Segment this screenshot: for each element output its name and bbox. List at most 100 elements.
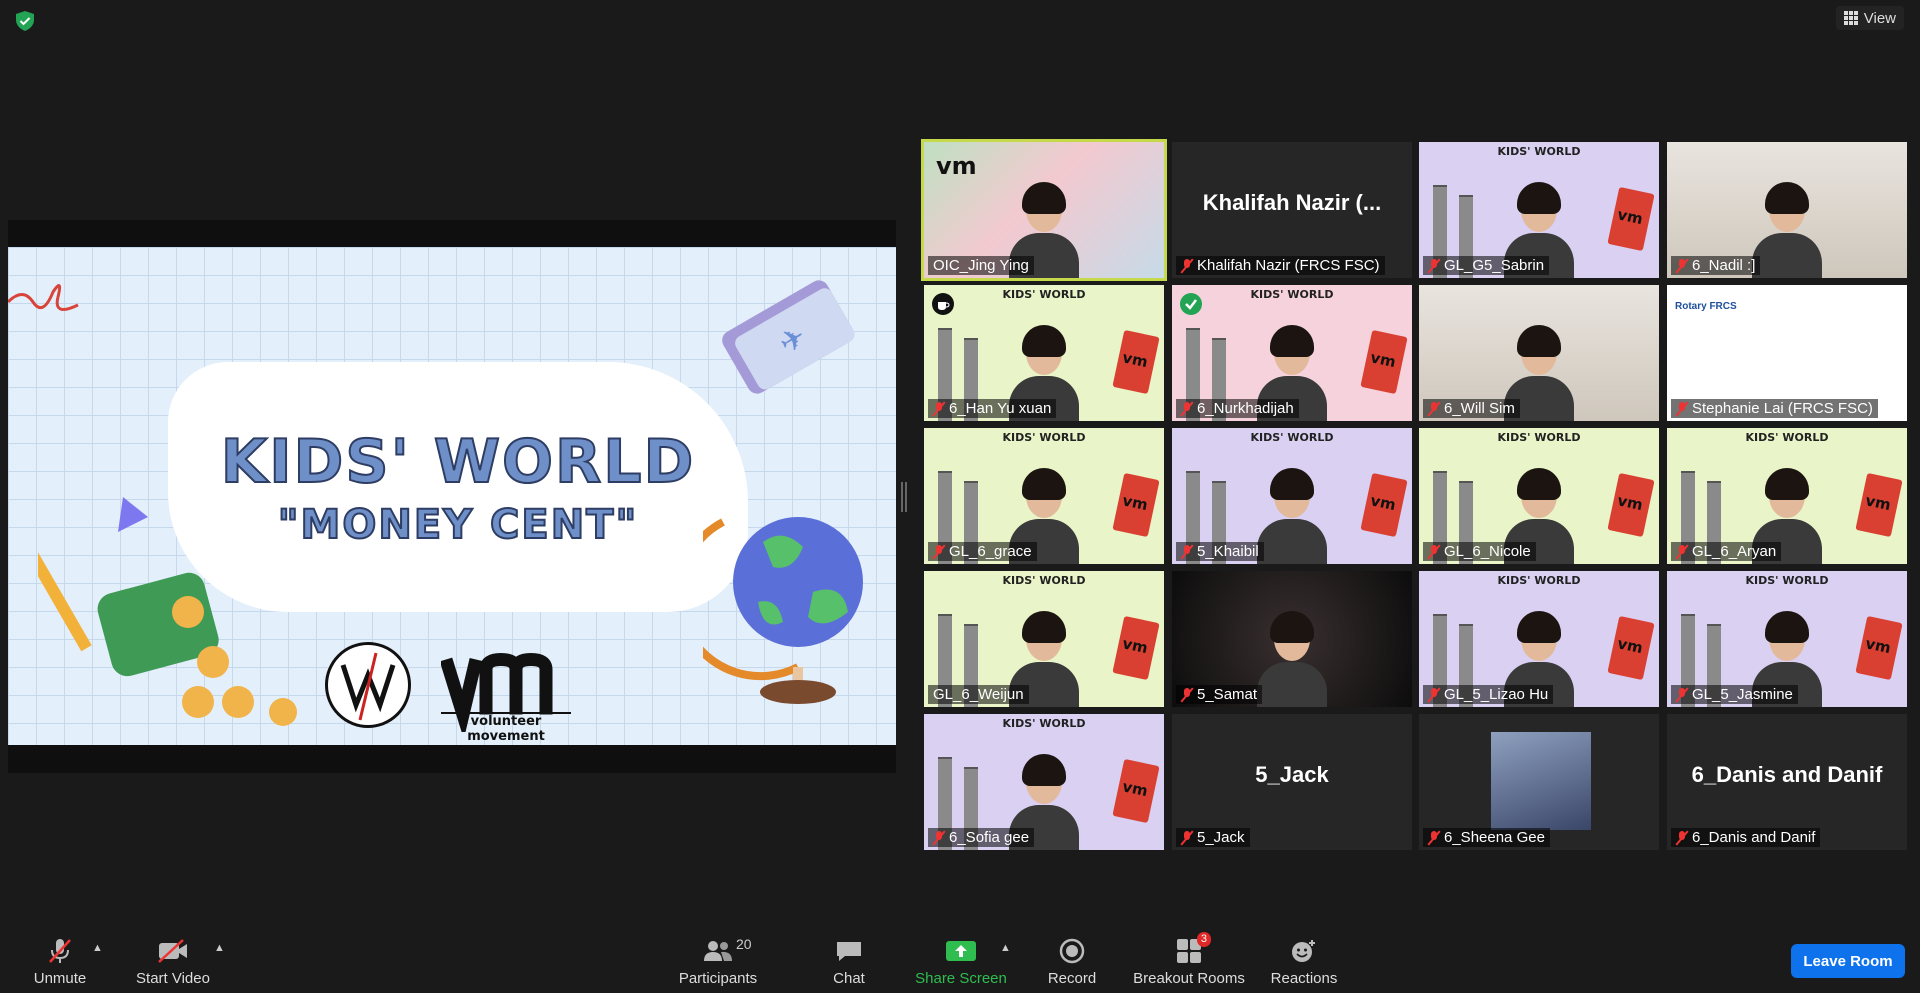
participant-name: GL_5_Lizao Hu xyxy=(1444,686,1549,703)
participant-tile[interactable]: KIDS' WORLD GL_G5_Sabrin xyxy=(1419,142,1659,278)
mic-muted-icon xyxy=(1676,687,1688,702)
kids-world-banner: KIDS' WORLD xyxy=(1497,431,1581,444)
share-options-caret[interactable]: ▲ xyxy=(1000,942,1011,954)
participant-name: GL_5_Jasmine xyxy=(1692,686,1793,703)
chat-button[interactable]: Chat xyxy=(789,936,909,987)
participant-tile[interactable]: KIDS' WORLD GL_5_Lizao Hu xyxy=(1419,571,1659,707)
mic-muted-icon xyxy=(1181,258,1193,273)
vm-book-decoration xyxy=(1112,472,1160,538)
participant-tile[interactable]: vm OIC_Jing Ying xyxy=(921,139,1167,281)
participant-name: Khalifah Nazir (FRCS FSC) xyxy=(1197,257,1380,274)
participant-count: 20 xyxy=(736,936,752,952)
record-icon xyxy=(1056,936,1088,966)
view-button[interactable]: View xyxy=(1835,6,1904,30)
avatar xyxy=(1491,732,1591,830)
participant-name-label: GL_5_Jasmine xyxy=(1671,685,1798,704)
start-video-label: Start Video xyxy=(136,970,210,987)
vm-book-decoration xyxy=(1607,472,1655,538)
participant-name: GL_6_Nicole xyxy=(1444,543,1531,560)
mic-muted-icon xyxy=(1181,830,1193,845)
participant-tile[interactable]: KIDS' WORLD 6_Nurkhadijah xyxy=(1172,285,1412,421)
participant-tile[interactable]: KIDS' WORLD 6_Han Yu xuan xyxy=(924,285,1164,421)
participant-name-label: GL_6_Aryan xyxy=(1671,542,1782,561)
participant-name-label: Khalifah Nazir (FRCS FSC) xyxy=(1176,256,1385,275)
participant-tile[interactable]: 6_Sheena Gee xyxy=(1419,714,1659,850)
participant-tile[interactable]: 5_Samat xyxy=(1172,571,1412,707)
participant-name-label: GL_6_grace xyxy=(928,542,1037,561)
participant-video xyxy=(1752,178,1822,278)
check-icon xyxy=(1180,293,1202,315)
participant-name-label: 6_Sofia gee xyxy=(928,828,1035,847)
participant-name-label: OIC_Jing Ying xyxy=(928,256,1034,275)
kids-world-banner: KIDS' WORLD xyxy=(1497,145,1581,158)
presentation-slide: KIDS' WORLD "MONEY CENT" ✈ volunteer mov… xyxy=(8,247,896,745)
view-label: View xyxy=(1863,9,1896,27)
mic-muted-icon xyxy=(1181,401,1193,416)
reactions-label: Reactions xyxy=(1270,970,1338,987)
mic-muted-icon xyxy=(1676,401,1688,416)
mic-muted-icon xyxy=(1676,544,1688,559)
mic-muted-icon xyxy=(1428,401,1440,416)
shield-check-icon[interactable] xyxy=(14,10,36,32)
rotary-logo: Rotary FRCS xyxy=(1675,301,1737,312)
participant-name: 6_Danis and Danif xyxy=(1692,829,1816,846)
audio-options-caret[interactable]: ▲ xyxy=(92,942,103,954)
participant-tile[interactable]: 5_Jack 5_Jack xyxy=(1172,714,1412,850)
participant-tile[interactable]: KIDS' WORLD GL_5_Jasmine xyxy=(1667,571,1907,707)
coffee-icon xyxy=(932,293,954,315)
participant-name: Stephanie Lai (FRCS FSC) xyxy=(1692,400,1873,417)
vm-tagline: volunteer movement xyxy=(441,712,571,744)
participants-button[interactable]: 20 Participants xyxy=(658,936,778,987)
participant-tile[interactable]: KIDS' WORLD 5_Khaibil xyxy=(1172,428,1412,564)
vm-book-decoration xyxy=(1112,329,1160,395)
participant-display-name: 6_Danis and Danif xyxy=(1691,762,1883,787)
unmute-label: Unmute xyxy=(33,970,87,987)
participant-tile[interactable]: KIDS' WORLD 6_Sofia gee xyxy=(924,714,1164,850)
participant-name-label: GL_6_Weijun xyxy=(928,685,1029,704)
participant-name-label: 6_Will Sim xyxy=(1423,399,1520,418)
kids-world-banner: KIDS' WORLD xyxy=(1250,288,1334,301)
welfare-services-club-logo xyxy=(325,642,411,728)
participant-tile[interactable]: 6_Will Sim xyxy=(1419,285,1659,421)
participant-tile[interactable]: Khalifah Nazir (... Khalifah Nazir (FRCS … xyxy=(1172,142,1412,278)
participant-name: GL_6_Weijun xyxy=(933,686,1024,703)
mic-muted-icon xyxy=(44,936,76,966)
shared-screen[interactable]: KIDS' WORLD "MONEY CENT" ✈ volunteer mov… xyxy=(8,220,896,773)
participant-tile[interactable]: KIDS' WORLD GL_6_grace xyxy=(924,428,1164,564)
participant-name: GL_6_Aryan xyxy=(1692,543,1777,560)
participant-name-label: 6_Danis and Danif xyxy=(1671,828,1821,847)
mic-muted-icon xyxy=(1428,830,1440,845)
breakout-rooms-button[interactable]: 3 Breakout Rooms xyxy=(1129,932,1249,987)
kids-world-banner: KIDS' WORLD xyxy=(1002,717,1086,730)
reactions-button[interactable]: Reactions xyxy=(1244,936,1364,987)
kids-world-banner: KIDS' WORLD xyxy=(1250,431,1334,444)
resize-handle[interactable] xyxy=(901,482,907,512)
participant-tile[interactable]: KIDS' WORLD GL_6_Weijun xyxy=(924,571,1164,707)
video-options-caret[interactable]: ▲ xyxy=(214,942,225,954)
participant-name-label: 6_Han Yu xuan xyxy=(928,399,1057,418)
participant-tile[interactable]: 6_Nadil :] xyxy=(1667,142,1907,278)
participant-tile[interactable]: 6_Danis and Danif 6_Danis and Danif xyxy=(1667,714,1907,850)
record-button[interactable]: Record xyxy=(1012,936,1132,987)
participants-icon: 20 xyxy=(702,936,752,966)
participant-name-label: GL_5_Lizao Hu xyxy=(1423,685,1554,704)
leave-room-button[interactable]: Leave Room xyxy=(1791,944,1905,978)
participant-video xyxy=(1257,464,1327,564)
participant-name-label: GL_6_Nicole xyxy=(1423,542,1536,561)
video-gallery: vm OIC_Jing Ying Khalifah Nazir (... Khalif… xyxy=(920,139,1908,850)
kids-world-banner: KIDS' WORLD xyxy=(1002,574,1086,587)
vm-book-decoration xyxy=(1607,615,1655,681)
breakout-rooms-label: Breakout Rooms xyxy=(1133,970,1245,987)
vm-logo: vm xyxy=(936,152,977,180)
participant-tile[interactable]: Rotary FRCS Stephanie Lai (FRCS FSC) xyxy=(1667,285,1907,421)
participant-tile[interactable]: KIDS' WORLD GL_6_Nicole xyxy=(1419,428,1659,564)
breakout-rooms-icon: 3 xyxy=(1173,932,1211,966)
kids-world-banner: KIDS' WORLD xyxy=(1745,574,1829,587)
participant-video xyxy=(1257,607,1327,707)
participant-name-label: 6_Nadil :] xyxy=(1671,256,1761,275)
mic-muted-icon xyxy=(1428,258,1440,273)
chat-label: Chat xyxy=(833,970,865,987)
wallet-coins-icon xyxy=(38,497,297,726)
participant-tile[interactable]: KIDS' WORLD GL_6_Aryan xyxy=(1667,428,1907,564)
share-screen-label: Share Screen xyxy=(915,970,1007,987)
